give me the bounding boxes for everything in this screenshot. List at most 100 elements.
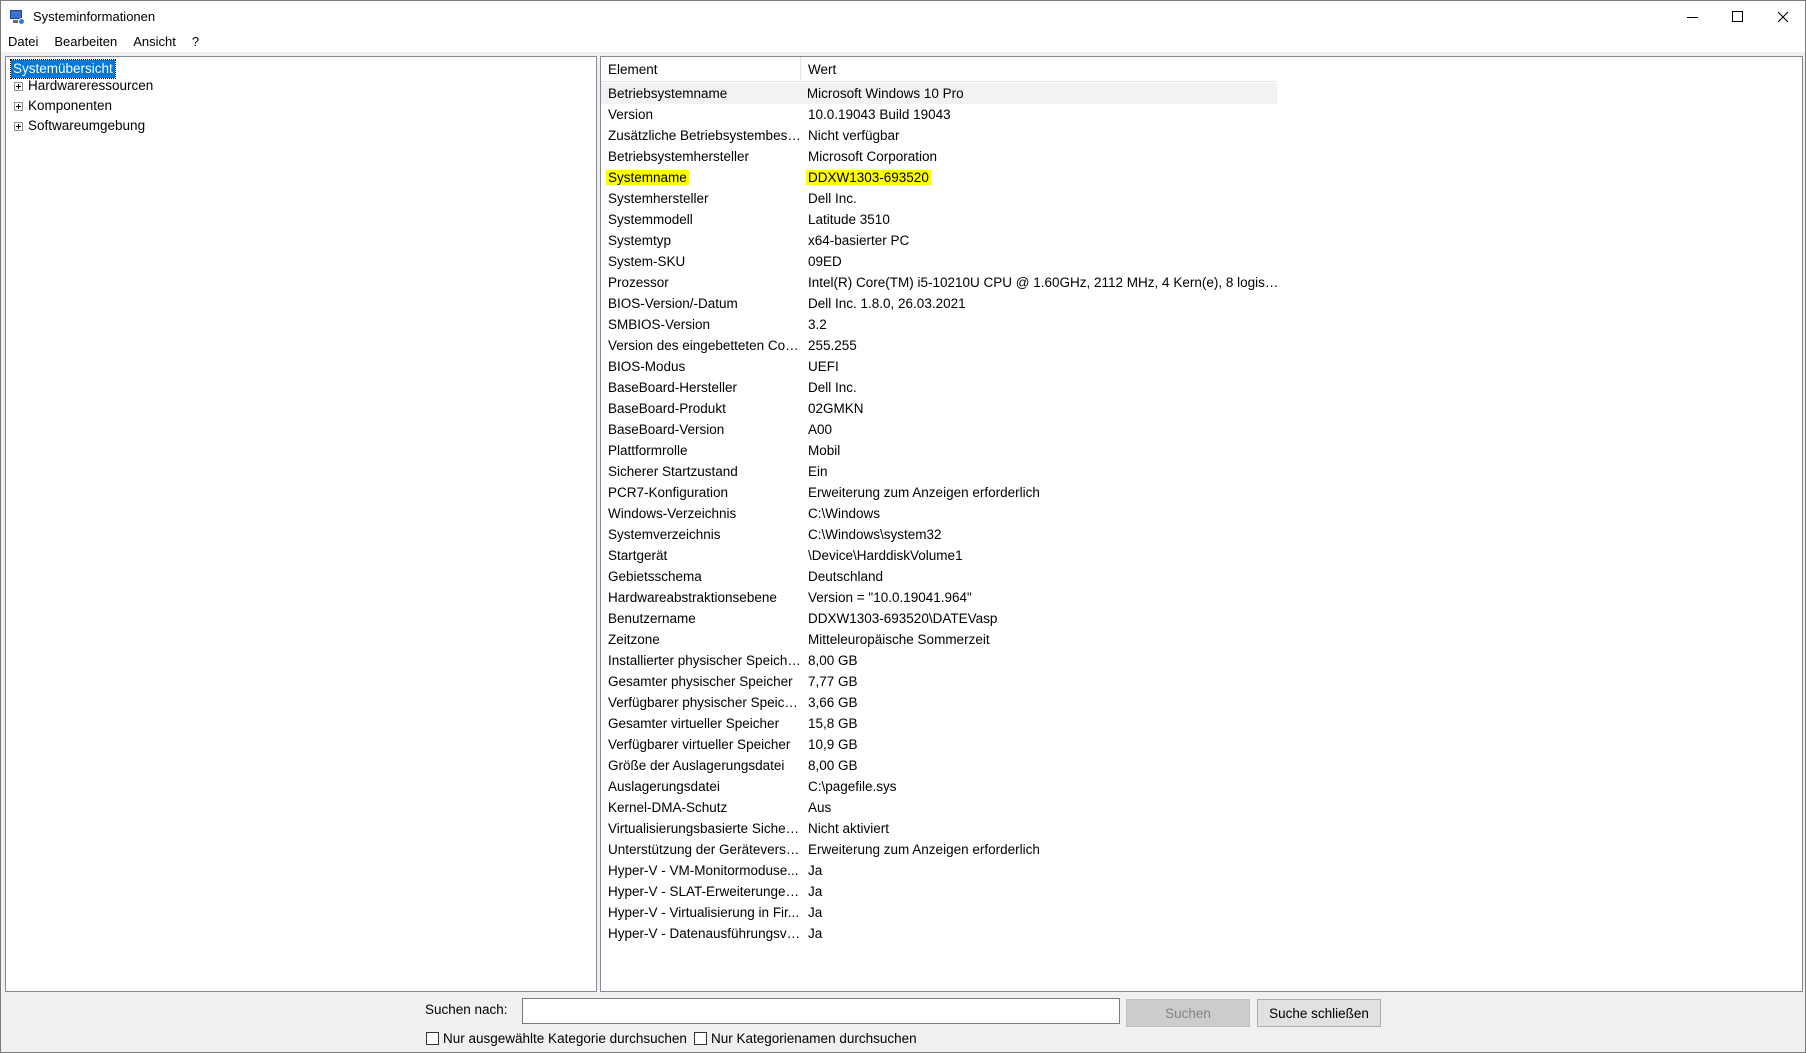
- element-cell: BIOS-Modus: [608, 359, 686, 374]
- option-category-names[interactable]: Nur Kategorienamen durchsuchen: [694, 1031, 917, 1046]
- highlighted-text: Systemname: [606, 170, 689, 185]
- system-information-window: Systeminformationen Datei Bearbeiten Ans…: [0, 0, 1806, 1053]
- menu-ansicht[interactable]: Ansicht: [125, 32, 184, 52]
- element-cell: Version des eingebetteten Cont...: [608, 338, 801, 353]
- table-row[interactable]: Windows-Verzeichnis C:\Windows: [601, 503, 1801, 524]
- value-cell: Erweiterung zum Anzeigen erforderlich: [808, 485, 1040, 500]
- table-row[interactable]: Hyper-V - Datenausführungsve... Ja: [601, 923, 1801, 944]
- table-row[interactable]: Version des eingebetteten Cont... 255.255: [601, 335, 1801, 356]
- selected-category-checkbox[interactable]: [426, 1032, 439, 1045]
- table-row[interactable]: BIOS-Version/-Datum Dell Inc. 1.8.0, 26.0…: [601, 293, 1801, 314]
- table-row[interactable]: Verfügbarer physischer Speicher 3,66 GB: [601, 692, 1801, 713]
- value-cell: 10,9 GB: [808, 737, 858, 752]
- element-cell: Systemverzeichnis: [608, 527, 721, 542]
- table-row[interactable]: Benutzername DDXW1303-693520\DATEVasp: [601, 608, 1801, 629]
- tree-item-systemuebersicht[interactable]: Systemübersicht: [10, 59, 116, 79]
- table-row[interactable]: Hyper-V - VM-Monitormoduse... Ja: [601, 860, 1801, 881]
- table-row[interactable]: Größe der Auslagerungsdatei 8,00 GB: [601, 755, 1801, 776]
- table-row[interactable]: Systemverzeichnis C:\Windows\system32: [601, 524, 1801, 545]
- tree-item-hardwareressourcen[interactable]: Hardwareressourcen: [14, 77, 153, 95]
- table-row[interactable]: Hyper-V - SLAT-Erweiterungen ... Ja: [601, 881, 1801, 902]
- list-header: Element Wert: [601, 57, 1277, 82]
- expand-icon[interactable]: [14, 101, 23, 111]
- system-information-app-icon: [9, 9, 25, 25]
- table-row[interactable]: SMBIOS-Version 3.2: [601, 314, 1801, 335]
- details-list[interactable]: Element Wert Betriebsystemname Microsoft …: [600, 56, 1803, 992]
- highlighted-text: DDXW1303-693520: [806, 170, 931, 185]
- table-row[interactable]: Prozessor Intel(R) Core(TM) i5-10210U CPU…: [601, 272, 1801, 293]
- list-rows: Betriebsystemname Microsoft Windows 10 Pr…: [601, 83, 1801, 944]
- value-cell: Deutschland: [808, 569, 884, 584]
- menu-help[interactable]: ?: [184, 32, 207, 52]
- expand-icon[interactable]: [14, 121, 23, 131]
- category-names-label: Nur Kategorienamen durchsuchen: [711, 1031, 917, 1046]
- column-header-value[interactable]: Wert: [801, 57, 1277, 82]
- tree-item-komponenten[interactable]: Komponenten: [14, 97, 112, 115]
- column-header-element[interactable]: Element: [601, 57, 801, 82]
- table-row[interactable]: Hyper-V - Virtualisierung in Fir... Ja: [601, 902, 1801, 923]
- table-row[interactable]: Unterstützung der Geräteversc... Erweiter…: [601, 839, 1801, 860]
- element-cell: Windows-Verzeichnis: [608, 506, 737, 521]
- maximize-button[interactable]: [1715, 1, 1760, 32]
- element-cell: Gesamter virtueller Speicher: [608, 716, 780, 731]
- table-row[interactable]: Zusätzliche Betriebsystembesch... Nicht v…: [601, 125, 1801, 146]
- table-row[interactable]: BaseBoard-Version A00: [601, 419, 1801, 440]
- table-row[interactable]: Gesamter virtueller Speicher 15,8 GB: [601, 713, 1801, 734]
- element-cell: Sicherer Startzustand: [608, 464, 738, 479]
- close-search-button[interactable]: Suche schließen: [1257, 999, 1381, 1027]
- value-cell: Microsoft Windows 10 Pro: [806, 86, 964, 101]
- table-row[interactable]: Installierter physischer Speicher... 8,00…: [601, 650, 1801, 671]
- table-row[interactable]: Betriebsystemhersteller Microsoft Corpora…: [601, 146, 1801, 167]
- value-cell: Ja: [808, 905, 823, 920]
- table-row[interactable]: Verfügbarer virtueller Speicher 10,9 GB: [601, 734, 1801, 755]
- element-cell: Verfügbarer physischer Speicher: [608, 695, 801, 710]
- element-cell: Benutzername: [608, 611, 696, 626]
- search-input[interactable]: [522, 998, 1120, 1024]
- close-search-button-label: Suche schließen: [1269, 1005, 1369, 1021]
- table-row[interactable]: Systemhersteller Dell Inc.: [601, 188, 1801, 209]
- table-row[interactable]: Plattformrolle Mobil: [601, 440, 1801, 461]
- expand-icon[interactable]: [14, 81, 23, 91]
- table-row[interactable]: Sicherer Startzustand Ein: [601, 461, 1801, 482]
- menu-bearbeiten[interactable]: Bearbeiten: [46, 32, 125, 52]
- element-cell: Unterstützung der Geräteversc...: [608, 842, 801, 857]
- value-cell: 3,66 GB: [808, 695, 858, 710]
- table-row[interactable]: Betriebsystemname Microsoft Windows 10 Pr…: [601, 83, 1277, 104]
- table-row[interactable]: Virtualisierungsbasierte Sicherh... Nicht…: [601, 818, 1801, 839]
- menu-datei[interactable]: Datei: [1, 32, 46, 52]
- table-row[interactable]: PCR7-Konfiguration Erweiterung zum Anzeig…: [601, 482, 1801, 503]
- element-cell: Startgerät: [608, 548, 668, 563]
- table-row[interactable]: Auslagerungsdatei C:\pagefile.sys: [601, 776, 1801, 797]
- table-row[interactable]: BaseBoard-Produkt 02GMKN: [601, 398, 1801, 419]
- table-row[interactable]: Kernel-DMA-Schutz Aus: [601, 797, 1801, 818]
- table-row[interactable]: System-SKU 09ED: [601, 251, 1801, 272]
- option-selected-category[interactable]: Nur ausgewählte Kategorie durchsuchen: [426, 1031, 687, 1046]
- search-button[interactable]: Suchen: [1126, 999, 1250, 1027]
- element-cell: Plattformrolle: [608, 443, 688, 458]
- tree-item-softwareumgebung[interactable]: Softwareumgebung: [14, 117, 145, 135]
- table-row[interactable]: Version 10.0.19043 Build 19043: [601, 104, 1801, 125]
- table-row[interactable]: BIOS-Modus UEFI: [601, 356, 1801, 377]
- tree-item-label: Softwareumgebung: [28, 118, 146, 133]
- value-cell: Mobil: [808, 443, 841, 458]
- category-tree[interactable]: Systemübersicht Hardwareressourcen Kompo…: [5, 56, 597, 992]
- category-names-checkbox[interactable]: [694, 1032, 707, 1045]
- table-row[interactable]: Gesamter physischer Speicher 7,77 GB: [601, 671, 1801, 692]
- table-row[interactable]: Startgerät \Device\HarddiskVolume1: [601, 545, 1801, 566]
- table-row[interactable]: Hardwareabstraktionsebene Version = "10.0…: [601, 587, 1801, 608]
- title-bar: Systeminformationen: [1, 1, 1805, 32]
- element-cell: Systemmodell: [608, 212, 693, 227]
- table-row[interactable]: Gebietsschema Deutschland: [601, 566, 1801, 587]
- window-controls: [1670, 1, 1805, 32]
- table-row[interactable]: Zeitzone Mitteleuropäische Sommerzeit: [601, 629, 1801, 650]
- table-row[interactable]: Systemname DDXW1303-693520: [601, 167, 1801, 188]
- table-row[interactable]: Systemtyp x64-basierter PC: [601, 230, 1801, 251]
- minimize-button[interactable]: [1670, 1, 1715, 32]
- value-cell: 15,8 GB: [808, 716, 858, 731]
- table-row[interactable]: Systemmodell Latitude 3510: [601, 209, 1801, 230]
- minimize-icon: [1687, 17, 1698, 18]
- table-row[interactable]: BaseBoard-Hersteller Dell Inc.: [601, 377, 1801, 398]
- element-cell: Hyper-V - SLAT-Erweiterungen ...: [608, 884, 801, 899]
- close-button[interactable]: [1760, 1, 1805, 32]
- element-cell: Verfügbarer virtueller Speicher: [608, 737, 791, 752]
